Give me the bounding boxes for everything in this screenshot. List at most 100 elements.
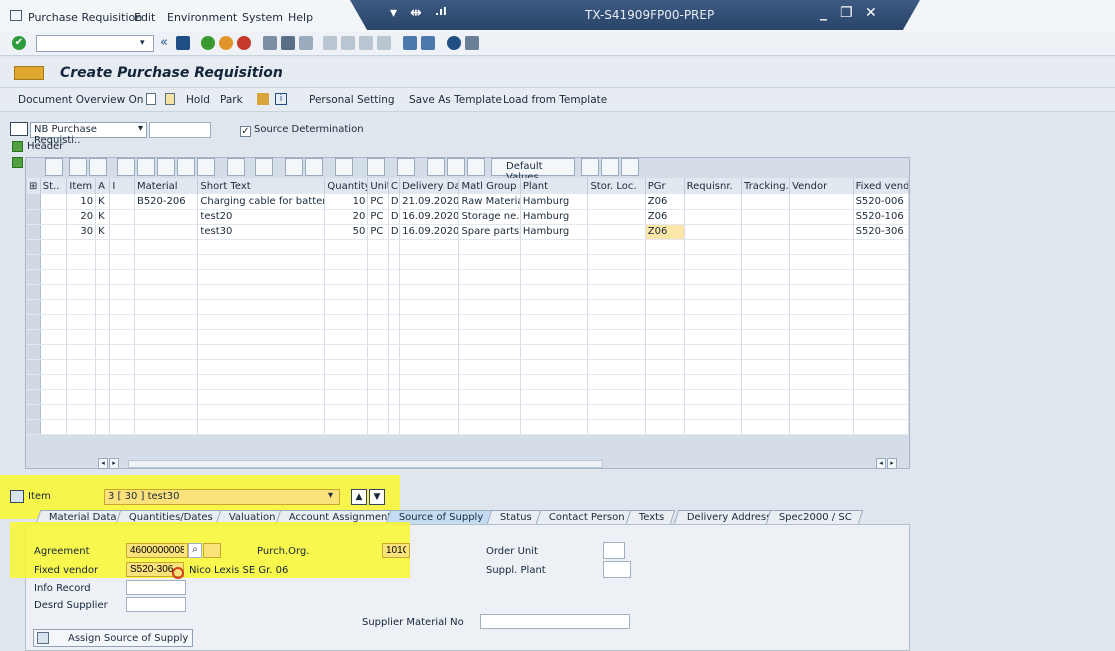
assign-source-of-supply-button[interactable]: Assign Source of Supply	[33, 629, 193, 647]
table-cell[interactable]: Hamburg	[520, 224, 589, 240]
table-cell[interactable]	[741, 329, 791, 345]
table-cell[interactable]	[324, 269, 369, 285]
col-header[interactable]: Vendor	[789, 178, 854, 194]
table-cell[interactable]: test20	[197, 209, 326, 225]
table-cell[interactable]	[458, 284, 521, 300]
table-cell[interactable]	[388, 329, 401, 345]
table-cell[interactable]	[324, 404, 369, 420]
next-item-button[interactable]: ▼	[369, 489, 385, 505]
table-cell[interactable]	[399, 269, 460, 285]
shortcut-icon[interactable]	[421, 36, 435, 50]
table-cell[interactable]	[109, 344, 135, 360]
table-cell[interactable]	[40, 344, 68, 360]
table-cell[interactable]	[399, 239, 460, 255]
table-cell[interactable]	[388, 254, 401, 270]
row-selector[interactable]	[27, 269, 41, 285]
table-cell[interactable]	[853, 344, 910, 360]
table-cell[interactable]	[684, 239, 742, 255]
row-selector[interactable]	[27, 374, 41, 390]
table-cell[interactable]	[520, 299, 589, 315]
table-cell[interactable]	[134, 374, 199, 390]
table-cell[interactable]	[197, 374, 326, 390]
new-session-icon[interactable]	[403, 36, 417, 50]
find-next-icon[interactable]	[177, 158, 195, 176]
table-cell[interactable]	[109, 404, 135, 420]
table-cell[interactable]	[40, 329, 68, 345]
table-cell[interactable]	[741, 299, 791, 315]
item-dropdown[interactable]: 3 [ 30 ] test30 ▾	[104, 489, 340, 505]
table-cell[interactable]: S520-006	[853, 194, 910, 210]
table-cell[interactable]	[367, 404, 389, 420]
col-header[interactable]: C	[388, 178, 401, 194]
table-cell[interactable]	[197, 239, 326, 255]
table-cell[interactable]	[134, 224, 199, 240]
table-cell[interactable]	[95, 239, 111, 255]
info-icon[interactable]: i	[275, 93, 287, 105]
table-cell[interactable]	[741, 254, 791, 270]
table-cell[interactable]	[367, 284, 389, 300]
table-cell[interactable]	[197, 299, 326, 315]
grid-horizontal-scrollbar[interactable]: ◂ ▸ ◂ ▸	[98, 458, 908, 470]
nav-back-icon[interactable]: «	[160, 35, 168, 50]
table-row[interactable]	[27, 314, 910, 330]
table-cell[interactable]: B520-206	[134, 194, 199, 210]
row-selector[interactable]	[27, 329, 41, 345]
table-cell[interactable]: Hamburg	[520, 209, 589, 225]
table-cell[interactable]	[789, 194, 854, 210]
col-header[interactable]: Item	[66, 178, 97, 194]
customize-icon[interactable]: ▾	[390, 5, 397, 21]
table-cell[interactable]	[684, 299, 742, 315]
table-cell[interactable]	[789, 374, 854, 390]
row-selector[interactable]	[27, 314, 41, 330]
agreement-field[interactable]	[126, 543, 188, 558]
table-cell[interactable]	[645, 254, 685, 270]
table-cell[interactable]	[458, 374, 521, 390]
table-cell[interactable]	[853, 329, 910, 345]
doc-type-dropdown[interactable]: NB Purchase Requisti.. ▾	[30, 122, 147, 146]
col-header[interactable]: St..	[40, 178, 68, 194]
col-header[interactable]: Plant	[520, 178, 589, 194]
table-cell[interactable]: 50	[324, 224, 369, 240]
col-header[interactable]: Fixed vendo	[853, 178, 910, 194]
table-cell[interactable]	[789, 389, 854, 405]
export-icon[interactable]	[335, 158, 353, 176]
col-header[interactable]: Quantity	[324, 178, 369, 194]
table-cell[interactable]	[741, 359, 791, 375]
table-cell[interactable]	[95, 389, 111, 405]
table-cell[interactable]	[399, 404, 460, 420]
table-cell[interactable]	[458, 419, 521, 435]
table-cell[interactable]: PC	[367, 209, 389, 225]
details-icon[interactable]	[45, 158, 63, 176]
table-cell[interactable]	[853, 239, 910, 255]
table-cell[interactable]	[109, 209, 135, 225]
table-cell[interactable]	[40, 359, 68, 375]
row-selector[interactable]	[27, 389, 41, 405]
table-cell[interactable]: PC	[367, 194, 389, 210]
table-cell[interactable]	[684, 284, 742, 300]
table-cell[interactable]	[458, 329, 521, 345]
table-cell[interactable]: D	[388, 209, 401, 225]
find-icon[interactable]	[281, 36, 295, 50]
table-cell[interactable]	[458, 239, 521, 255]
account-icon[interactable]	[447, 158, 465, 176]
table-cell[interactable]	[388, 404, 401, 420]
table-cell[interactable]	[587, 359, 646, 375]
window-menu-icon[interactable]	[10, 10, 22, 21]
table-cell[interactable]	[324, 299, 369, 315]
exit-icon[interactable]	[219, 36, 233, 50]
table-cell[interactable]	[789, 404, 854, 420]
table-row[interactable]	[27, 239, 910, 255]
copy-document-icon[interactable]	[165, 93, 175, 105]
table-cell[interactable]	[684, 209, 742, 225]
table-cell[interactable]	[645, 314, 685, 330]
table-cell[interactable]	[197, 284, 326, 300]
suppl-plant-field[interactable]	[603, 561, 631, 578]
table-cell[interactable]	[520, 419, 589, 435]
table-cell[interactable]	[741, 419, 791, 435]
table-cell[interactable]	[458, 299, 521, 315]
table-cell[interactable]	[399, 299, 460, 315]
table-cell[interactable]	[95, 344, 111, 360]
search-icon[interactable]: ⌕	[188, 543, 202, 558]
subtotal-icon[interactable]	[255, 158, 273, 176]
table-cell[interactable]	[109, 329, 135, 345]
